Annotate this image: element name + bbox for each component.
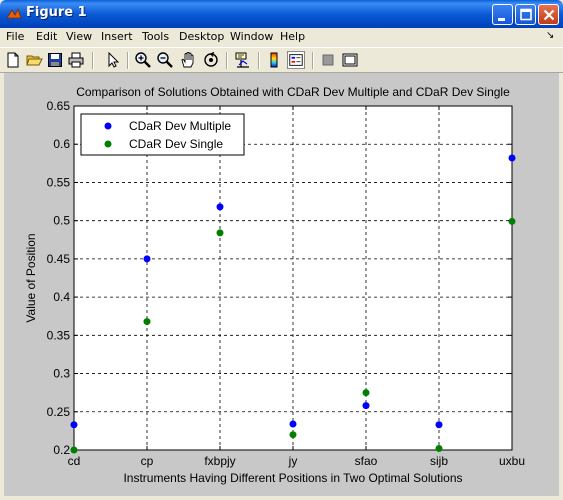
figure-toolbar xyxy=(0,47,563,73)
data-point-series1 xyxy=(216,203,224,211)
data-point-series2 xyxy=(362,389,370,397)
arrow-select-icon[interactable] xyxy=(104,51,122,69)
x-tick-label: sijb xyxy=(430,454,448,468)
hide-plot-tools-icon[interactable] xyxy=(319,51,337,69)
data-point-series1 xyxy=(362,402,370,410)
y-tick-label: 0.2 xyxy=(53,443,70,457)
window-title: Figure 1 xyxy=(26,5,87,20)
data-point-series1 xyxy=(508,154,516,162)
save-icon[interactable] xyxy=(46,51,64,69)
data-point-series2 xyxy=(508,217,516,225)
menu-bar: File Edit View Insert Tools Desktop Wind… xyxy=(0,28,563,47)
menu-edit[interactable]: Edit xyxy=(36,30,57,43)
y-tick-label: 0.5 xyxy=(53,214,70,228)
legend-marker-series2 xyxy=(104,140,112,148)
print-icon[interactable] xyxy=(67,51,85,69)
menu-desktop[interactable]: Desktop xyxy=(179,30,224,43)
show-plot-tools-icon[interactable] xyxy=(341,51,359,69)
toolbar-separator xyxy=(226,52,228,69)
x-tick-label: jy xyxy=(288,454,298,468)
zoom-out-icon[interactable] xyxy=(156,51,174,69)
axes-box xyxy=(73,105,513,451)
colorbar-icon[interactable] xyxy=(265,51,283,69)
menu-tools[interactable]: Tools xyxy=(142,30,169,43)
menu-window[interactable]: Window xyxy=(230,30,273,43)
rotate-3d-icon[interactable] xyxy=(202,51,220,69)
figure-window: Figure 1 File Edit View Insert Tools Des… xyxy=(0,0,563,500)
maximize-button[interactable] xyxy=(515,4,536,25)
x-axis-label: Instruments Having Different Positions i… xyxy=(123,471,462,485)
close-button[interactable] xyxy=(538,4,559,25)
data-point-series2 xyxy=(143,318,151,326)
legend-marker-series1 xyxy=(104,122,112,130)
x-tick-label: uxbu xyxy=(499,454,525,468)
data-point-series1 xyxy=(435,421,443,429)
data-point-series2 xyxy=(435,444,443,452)
y-tick-label: 0.55 xyxy=(47,175,71,189)
dock-arrow-icon[interactable]: ↘ xyxy=(546,30,554,41)
legend-icon[interactable] xyxy=(287,51,305,69)
chart-svg[interactable]: cd cp fxbpjy jy sfao sijb uxbu0.20.250.30.350.… xyxy=(4,73,559,496)
y-axis-label: Value of Position xyxy=(24,233,38,322)
y-tick-label: 0.35 xyxy=(47,328,71,342)
x-tick-label: fxbpjy xyxy=(204,454,235,468)
toolbar-separator xyxy=(127,52,129,69)
data-point-series2 xyxy=(289,431,297,439)
legend[interactable]: CDaR Dev Multiple CDaR Dev Single xyxy=(80,113,245,156)
legend-label-series1: CDaR Dev Multiple xyxy=(129,119,231,133)
toolbar-separator xyxy=(258,52,260,69)
toolbar-separator xyxy=(312,52,314,69)
legend-label-series2: CDaR Dev Single xyxy=(129,137,223,151)
title-bar[interactable]: Figure 1 xyxy=(0,0,563,28)
toolbar-separator xyxy=(92,52,94,69)
x-tick-label: sfao xyxy=(355,454,378,468)
matlab-figure-icon xyxy=(6,7,22,19)
data-cursor-icon[interactable] xyxy=(234,51,252,69)
y-tick-label: 0.4 xyxy=(53,290,70,304)
x-tick-label: cp xyxy=(141,454,154,468)
minimize-button[interactable] xyxy=(492,4,513,25)
y-tick-label: 0.6 xyxy=(53,137,70,151)
figure-canvas[interactable]: cd cp fxbpjy jy sfao sijb uxbu 0.2 0.25 0.3 0.35 0.… xyxy=(4,73,559,496)
data-point-series2 xyxy=(216,229,224,237)
new-file-icon[interactable] xyxy=(4,51,22,69)
zoom-in-icon[interactable] xyxy=(134,51,152,69)
data-point-series1 xyxy=(143,255,151,263)
menu-help[interactable]: Help xyxy=(280,30,305,43)
menu-view[interactable]: View xyxy=(66,30,92,43)
y-tick-label: 0.65 xyxy=(47,99,71,113)
menu-file[interactable]: File xyxy=(6,30,24,43)
y-tick-label: 0.3 xyxy=(53,367,70,381)
y-tick-label: 0.45 xyxy=(47,252,71,266)
data-point-series1 xyxy=(289,420,297,428)
data-point-series2 xyxy=(70,446,78,454)
data-point-series1 xyxy=(70,421,78,429)
window-bottom-border xyxy=(0,496,563,500)
pan-hand-icon[interactable] xyxy=(179,51,197,69)
menu-insert[interactable]: Insert xyxy=(101,30,133,43)
chart-title: Comparison of Solutions Obtained with CD… xyxy=(76,85,510,99)
y-tick-label: 0.25 xyxy=(47,405,71,419)
open-file-icon[interactable] xyxy=(25,51,43,69)
